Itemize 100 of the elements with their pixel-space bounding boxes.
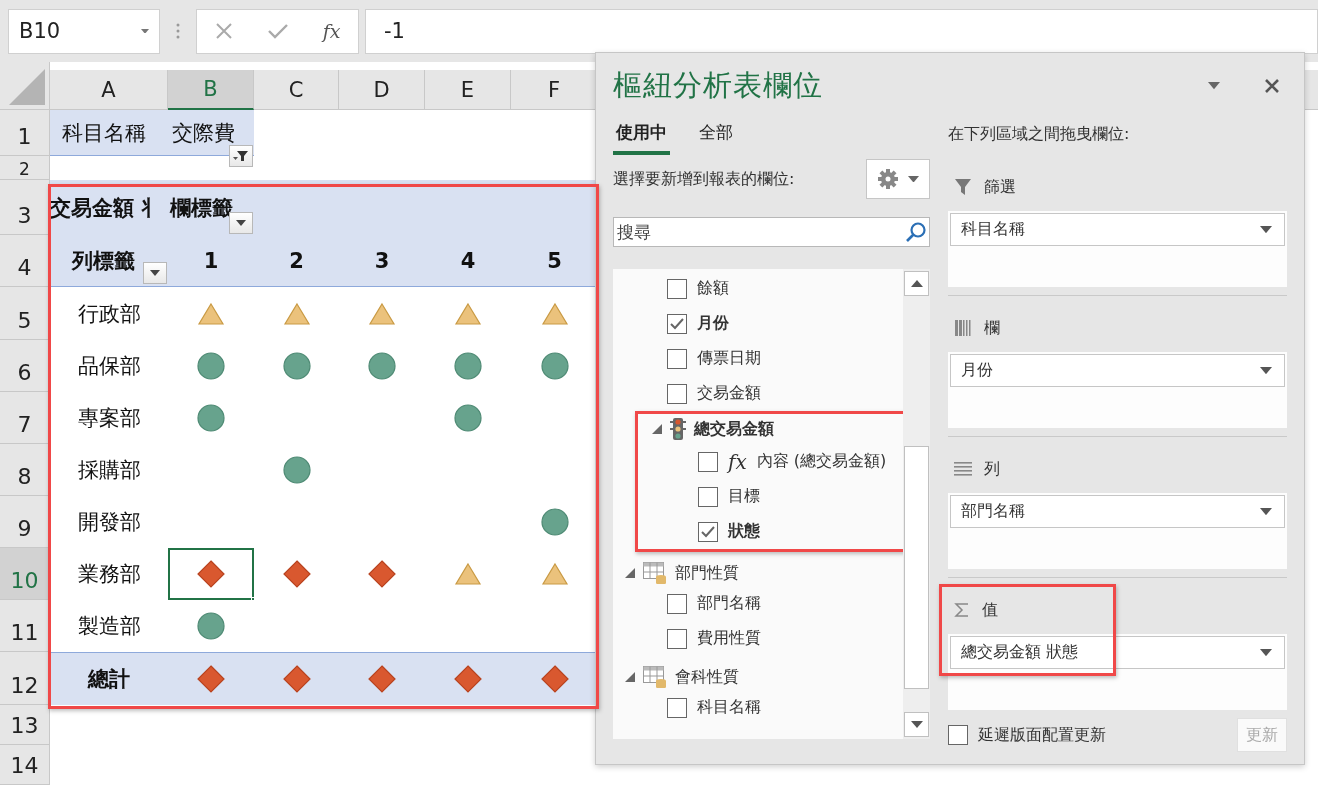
grand-total-label: 總計: [88, 666, 130, 693]
row-header[interactable]: 1: [0, 110, 50, 156]
defer-checkbox[interactable]: [948, 725, 969, 745]
row-header[interactable]: 6: [0, 340, 50, 392]
tools-button[interactable]: [866, 159, 931, 199]
table-label: 部門性質: [675, 562, 739, 584]
area-field-item[interactable]: 總交易金額 狀態: [950, 636, 1285, 669]
selected-cell[interactable]: [168, 548, 254, 600]
row-labels-header: 列標籤: [72, 247, 135, 275]
month-header: 2: [289, 248, 304, 273]
filter-button[interactable]: [229, 145, 253, 167]
funnel-icon: [954, 178, 973, 196]
grip-icon: [176, 22, 180, 40]
diamond-icon: [197, 560, 225, 588]
circle-icon: [454, 352, 482, 380]
row-header[interactable]: 9: [0, 496, 50, 548]
column-header[interactable]: A: [50, 70, 168, 110]
table-icon: [643, 666, 667, 688]
field-label: 科目名稱: [697, 697, 761, 718]
field-checkbox[interactable]: [667, 278, 687, 299]
row-header[interactable]: 2: [0, 156, 50, 180]
area-field-item[interactable]: 科目名稱: [950, 213, 1285, 246]
areas-hint: 在下列區域之間拖曳欄位:: [948, 122, 1131, 145]
triangle-icon: [454, 562, 482, 586]
drop-area[interactable]: 科目名稱: [948, 211, 1287, 287]
row-header[interactable]: 10: [0, 548, 50, 600]
field-checkbox[interactable]: [667, 697, 687, 718]
search-icon: [905, 221, 928, 243]
row-header[interactable]: 14: [0, 745, 50, 785]
row-header[interactable]: 12: [0, 652, 50, 705]
column-header[interactable]: B: [168, 70, 254, 110]
field-checkbox[interactable]: [667, 383, 687, 404]
caret-icon: [1260, 507, 1272, 516]
drop-area[interactable]: 總交易金額 狀態: [948, 634, 1287, 710]
triangle-icon: [282, 301, 311, 326]
column-header[interactable]: C: [254, 70, 339, 110]
circle-icon: [197, 352, 225, 380]
scrollbar[interactable]: [903, 269, 931, 739]
pane-tab[interactable]: 使用中: [613, 113, 670, 155]
field-label: 狀態: [728, 521, 760, 542]
pane-title: 樞紐分析表欄位: [613, 67, 824, 104]
circle-icon: [454, 404, 482, 432]
circle-icon: [368, 352, 396, 380]
caret-icon: [141, 28, 149, 34]
field-checkbox[interactable]: [667, 348, 687, 369]
field-prompt: 選擇要新增到報表的欄位:: [613, 168, 795, 190]
area-field-item[interactable]: 部門名稱: [950, 495, 1285, 528]
insert-function-button[interactable]: fx: [322, 20, 341, 42]
circle-icon: [282, 352, 311, 380]
table-icon: [643, 562, 667, 584]
row-header[interactable]: 3: [0, 180, 50, 235]
circle-icon: [540, 508, 569, 536]
checkmark-icon: [670, 317, 684, 330]
department-label: 製造部: [77, 613, 141, 640]
row-header[interactable]: 5: [0, 287, 50, 340]
drop-area[interactable]: 月份: [948, 352, 1287, 428]
field-label: 目標: [728, 486, 760, 507]
search-field[interactable]: 搜尋: [613, 217, 931, 247]
column-header[interactable]: D: [339, 70, 425, 110]
department-label: 開發部: [77, 509, 141, 536]
month-header: 1: [203, 248, 219, 273]
row-header[interactable]: 4: [0, 235, 50, 287]
column-header[interactable]: F: [511, 70, 598, 110]
department-label: 專案部: [77, 405, 141, 432]
row-header[interactable]: 7: [0, 392, 50, 444]
field-checkbox[interactable]: [698, 451, 718, 472]
checkmark-icon[interactable]: [267, 23, 288, 39]
funnel-icon: [233, 150, 249, 162]
field-checkbox[interactable]: [667, 628, 687, 649]
circle-icon: [197, 612, 225, 640]
dropdown-caret-icon: [236, 220, 246, 226]
drop-area[interactable]: 部門名稱: [948, 493, 1287, 569]
diamond-icon: [282, 665, 311, 693]
circle-icon: [282, 456, 311, 484]
area-label: 欄: [984, 317, 1001, 339]
row-header[interactable]: 11: [0, 600, 50, 652]
diamond-icon: [368, 665, 396, 693]
field-label: 內容 (總交易金額): [756, 451, 887, 472]
field-checkbox[interactable]: [667, 593, 687, 614]
field-checkbox[interactable]: [698, 486, 718, 507]
collapse-arrow-icon[interactable]: [625, 672, 635, 682]
defer-label: 延遲版面配置更新: [978, 724, 1107, 746]
formula-field[interactable]: -1: [365, 8, 1318, 54]
row-header[interactable]: 13: [0, 705, 50, 745]
collapse-arrow-icon[interactable]: [625, 568, 635, 578]
column-header[interactable]: E: [425, 70, 511, 110]
dropdown-button[interactable]: [143, 262, 167, 284]
field-label: 月份: [697, 313, 729, 334]
row-header[interactable]: 8: [0, 444, 50, 496]
field-checkbox[interactable]: [667, 313, 687, 334]
table-label: 會科性質: [675, 666, 739, 688]
collapse-arrow-icon[interactable]: [652, 424, 662, 434]
name-box[interactable]: B10: [8, 8, 160, 54]
pane-tab[interactable]: 全部: [696, 113, 736, 155]
field-label: 傳票日期: [697, 348, 761, 369]
triangle-icon: [454, 301, 482, 326]
circle-icon: [197, 404, 225, 432]
field-checkbox[interactable]: [698, 521, 718, 542]
area-field-item[interactable]: 月份: [950, 354, 1285, 387]
kpi-label: 總交易金額: [694, 418, 774, 440]
